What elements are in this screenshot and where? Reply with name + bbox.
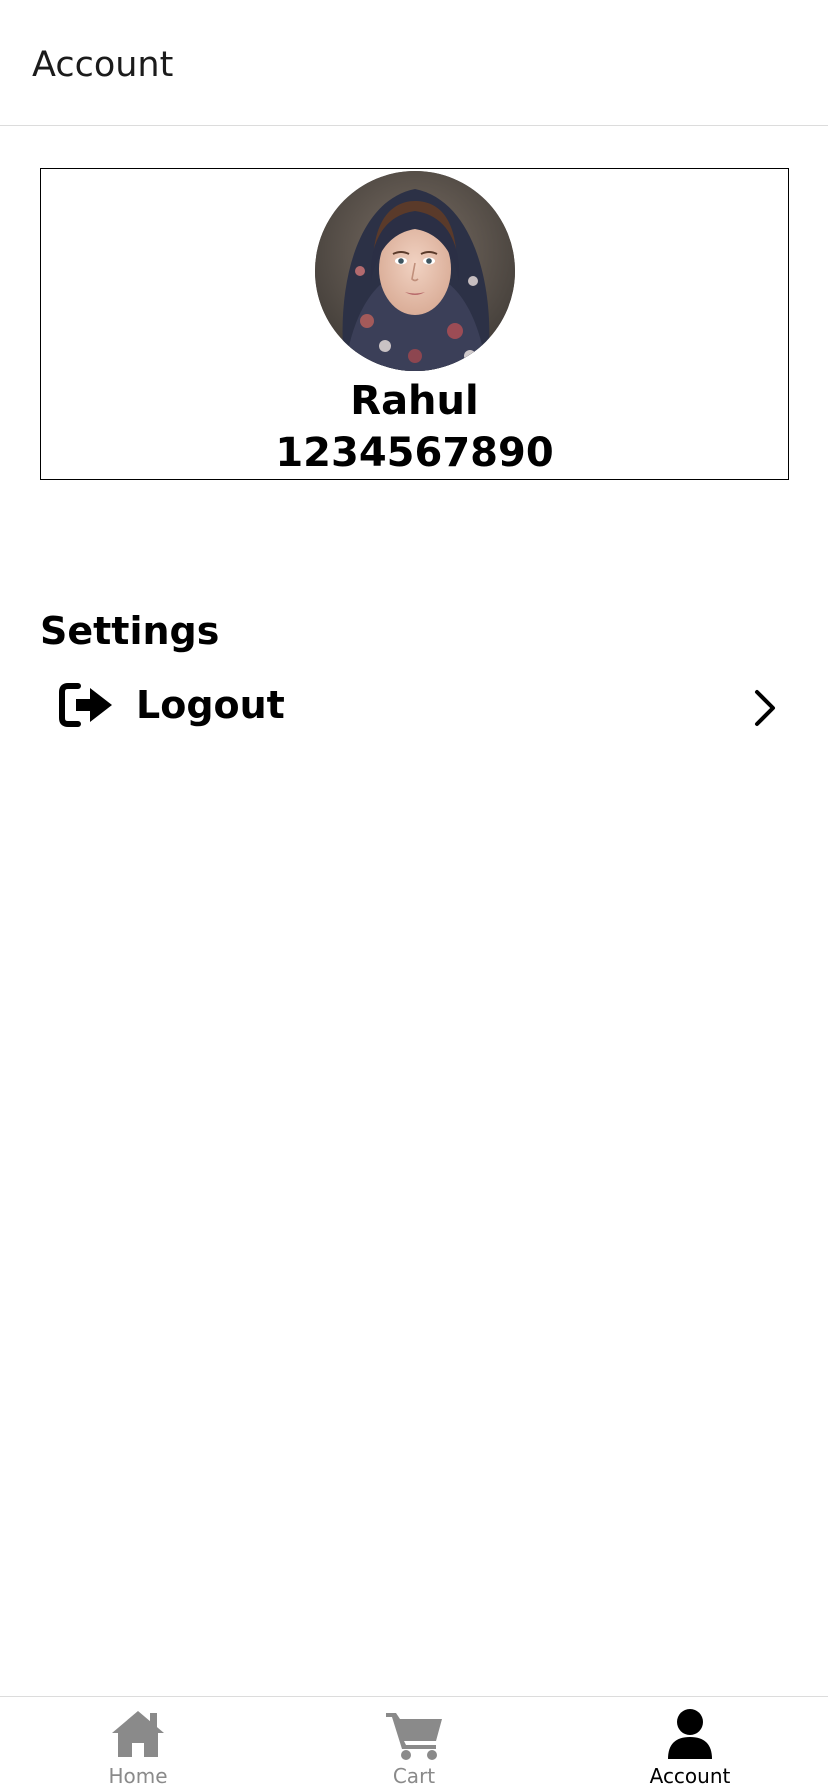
bottom-nav: Home Cart Account <box>0 1696 828 1792</box>
profile-photo <box>315 171 515 371</box>
profile-phone: 1234567890 <box>275 430 554 476</box>
user-icon <box>668 1709 712 1759</box>
nav-home-label: Home <box>108 1764 168 1788</box>
logout-label: Logout <box>136 683 285 727</box>
account-screen: Account Rahul 1234567890 Settings Logout… <box>0 0 828 1792</box>
home-icon <box>112 1711 164 1757</box>
nav-cart-label: Cart <box>392 1764 436 1788</box>
profile-name: Rahul <box>350 378 479 424</box>
nav-account[interactable]: Account <box>552 1697 828 1792</box>
app-header: Account <box>0 0 828 126</box>
avatar <box>315 171 515 371</box>
page-title: Account <box>32 45 174 85</box>
nav-account-label: Account <box>649 1764 731 1788</box>
logout-row[interactable]: Logout <box>40 672 789 742</box>
chevron-right-icon <box>755 690 775 726</box>
settings-heading: Settings <box>40 609 220 653</box>
nav-home[interactable]: Home <box>0 1697 276 1792</box>
nav-cart[interactable]: Cart <box>276 1697 552 1792</box>
logout-icon <box>59 683 112 727</box>
profile-card: Rahul 1234567890 <box>40 168 789 480</box>
cart-icon <box>386 1713 442 1760</box>
